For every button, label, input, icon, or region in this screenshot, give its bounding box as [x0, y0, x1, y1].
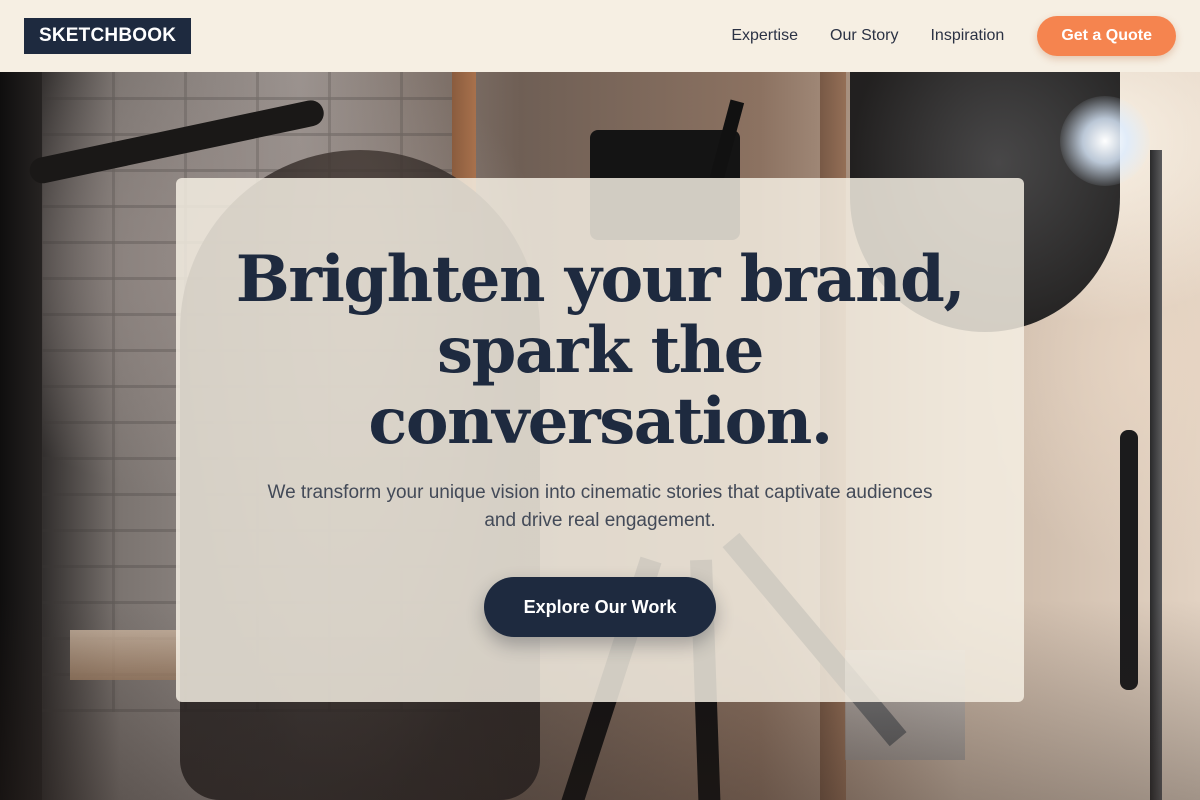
- logo[interactable]: SKETCHBOOK: [24, 18, 192, 54]
- site-header: SKETCHBOOK Expertise Our Story Inspirati…: [0, 0, 1200, 72]
- get-a-quote-button[interactable]: Get a Quote: [1037, 16, 1176, 56]
- hero-title: Brighten your brand, spark the conversat…: [235, 242, 966, 459]
- nav-link-inspiration[interactable]: Inspiration: [930, 27, 1004, 45]
- nav-link-our-story[interactable]: Our Story: [830, 27, 898, 45]
- light-flare: [1060, 96, 1150, 186]
- hero-subtitle: We transform your unique vision into cin…: [267, 482, 933, 531]
- main-nav: Expertise Our Story Inspiration Get a Qu…: [731, 16, 1176, 56]
- nav-link-expertise[interactable]: Expertise: [731, 27, 798, 45]
- hero-card: Brighten your brand, spark the conversat…: [176, 178, 1024, 702]
- explore-our-work-button[interactable]: Explore Our Work: [483, 577, 717, 637]
